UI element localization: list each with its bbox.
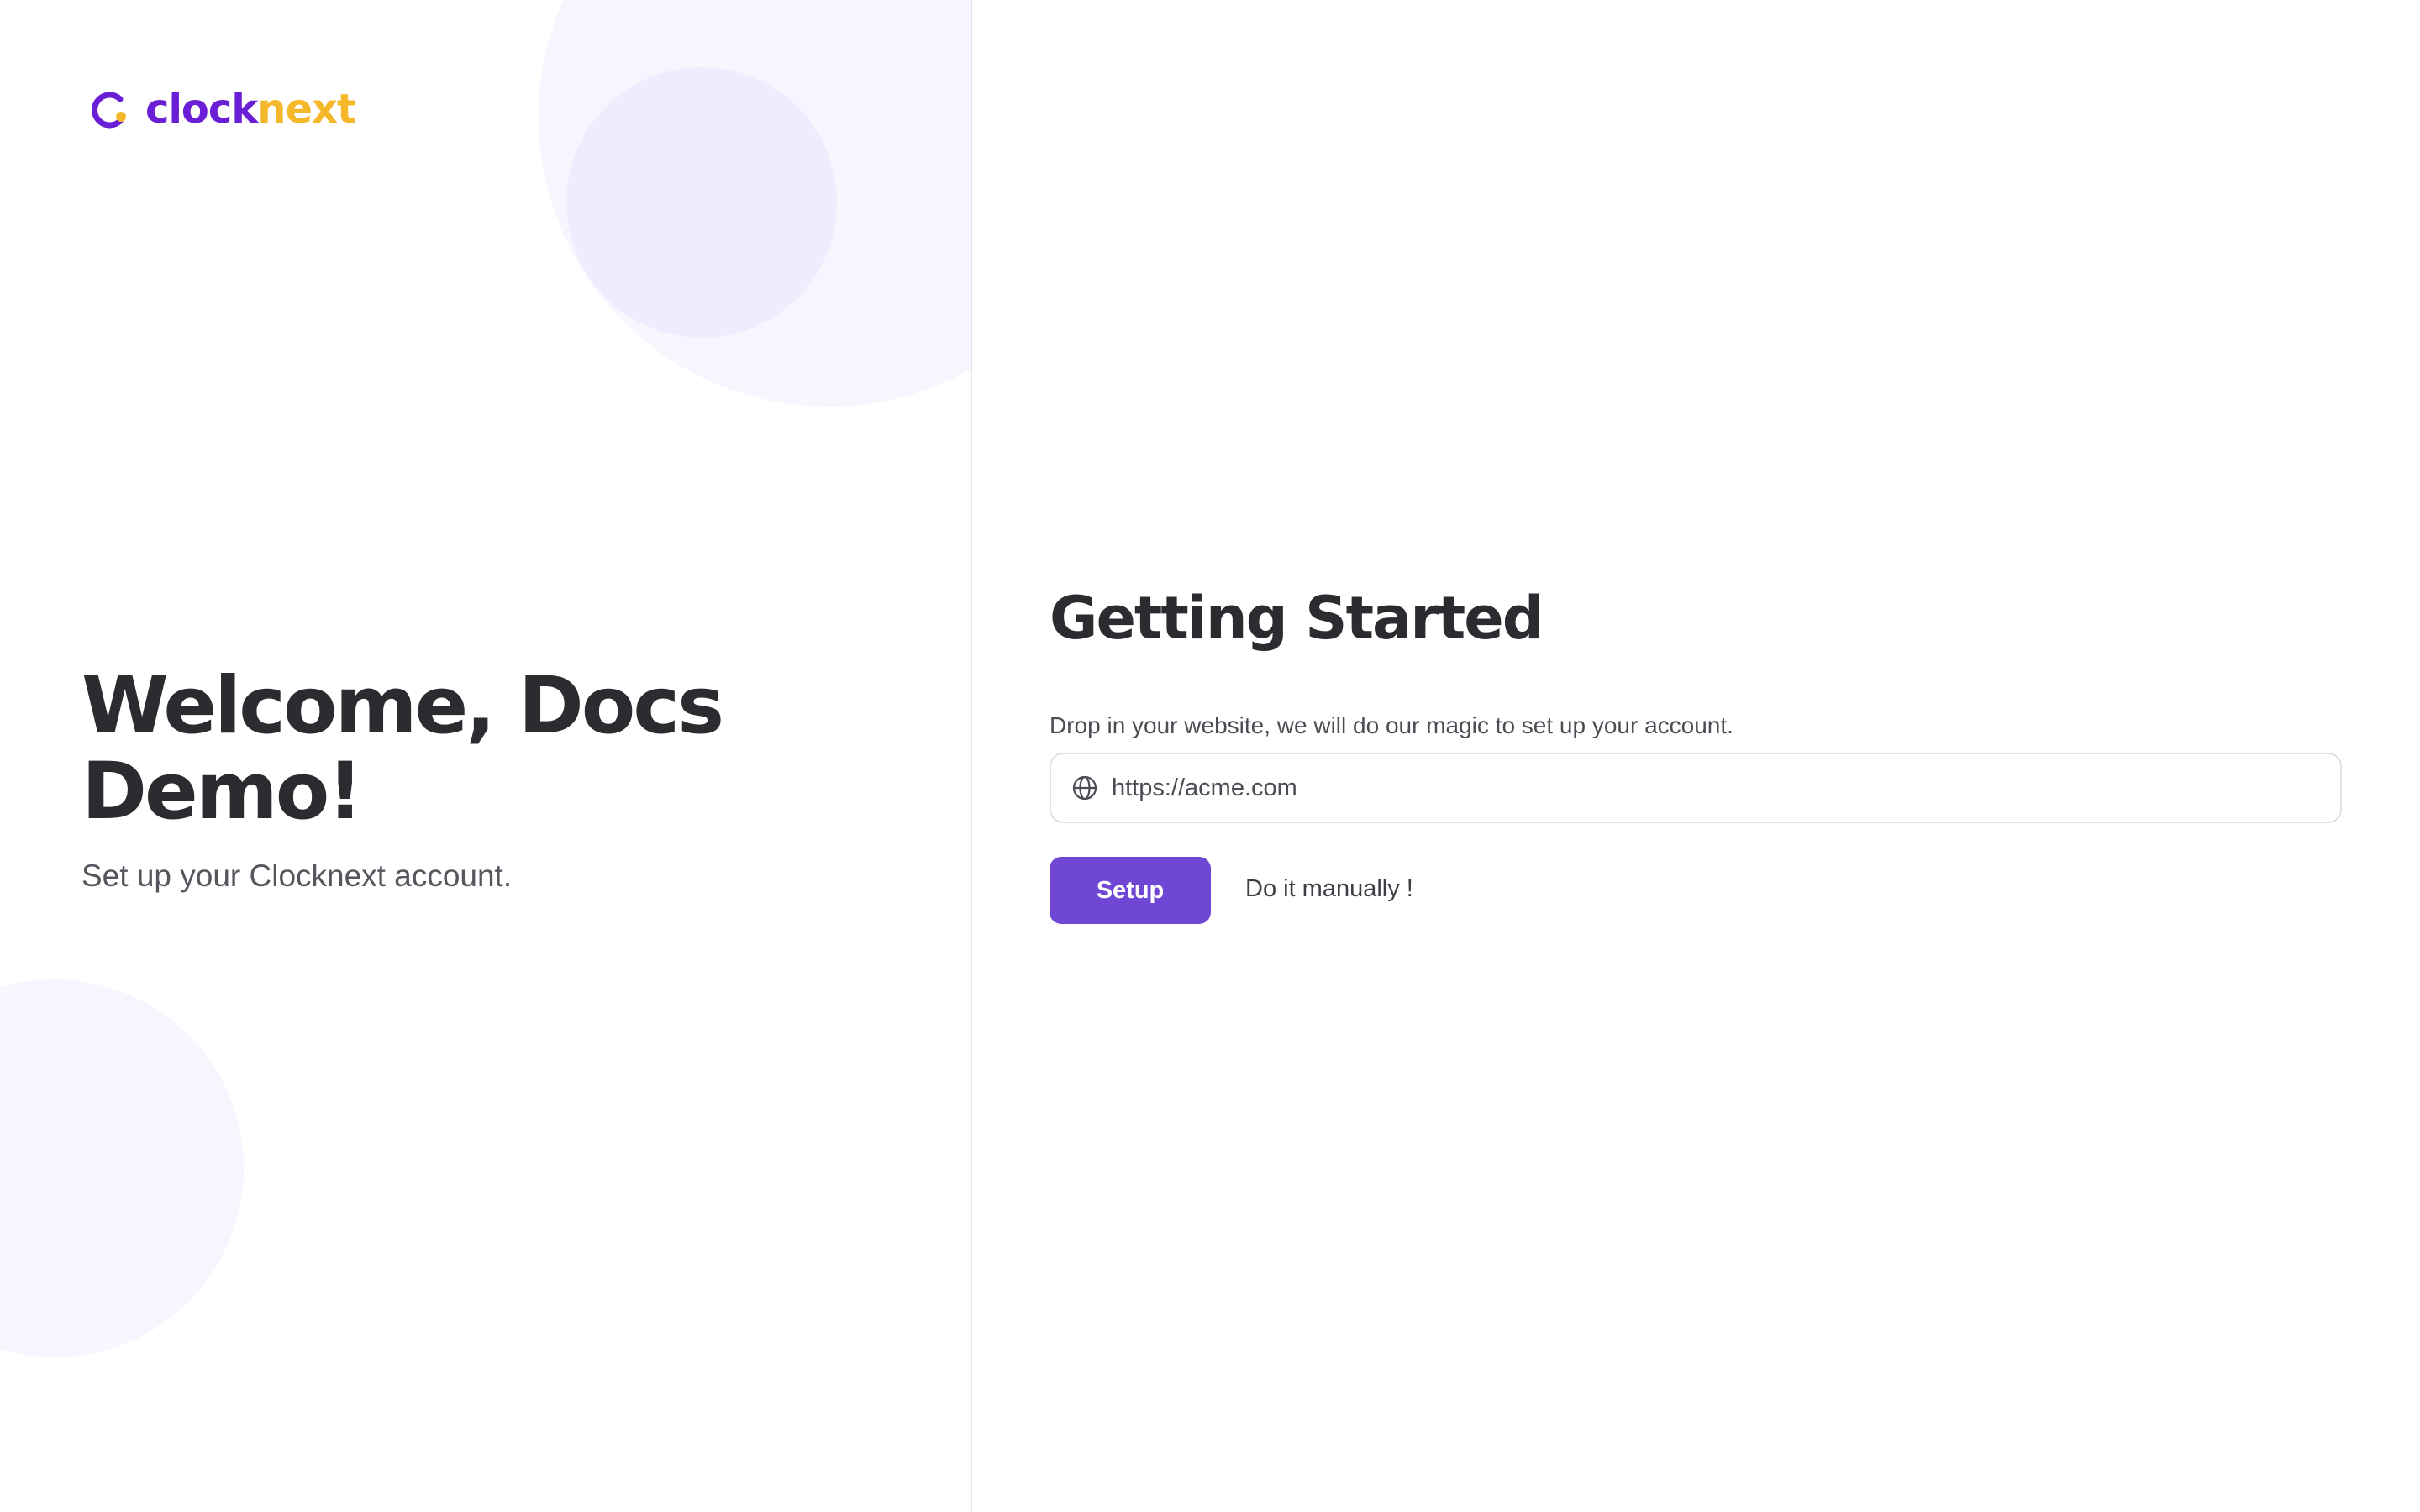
logo-text-next: next [257, 86, 356, 133]
do-it-manually-link[interactable]: Do it manually ! [1245, 875, 1413, 903]
welcome-subtitle: Set up your Clocknext account. [82, 858, 513, 893]
clocknext-logo-icon [92, 92, 126, 129]
logo-text-clock: clock [145, 86, 258, 133]
logo-wordmark: clocknext [145, 89, 356, 129]
getting-started-description: Drop in your website, we will do our mag… [1050, 712, 1733, 738]
setup-panel: Getting Started Drop in your website, we… [972, 0, 2420, 1512]
onboarding-page: clocknext Welcome, Docs Demo! Set up you… [0, 0, 2420, 1512]
welcome-panel: clocknext Welcome, Docs Demo! Set up you… [0, 0, 972, 1512]
decorative-circle-bottom [0, 979, 244, 1357]
decorative-circle-inner [566, 67, 837, 338]
welcome-heading: Welcome, Docs Demo! [82, 660, 724, 837]
globe-icon [1072, 775, 1097, 801]
getting-started-title: Getting Started [1050, 584, 1544, 653]
setup-button[interactable]: Setup [1050, 857, 1211, 924]
website-url-input[interactable] [1112, 763, 2288, 813]
clocknext-logo: clocknext [87, 84, 356, 134]
website-url-field[interactable] [1050, 753, 2342, 823]
